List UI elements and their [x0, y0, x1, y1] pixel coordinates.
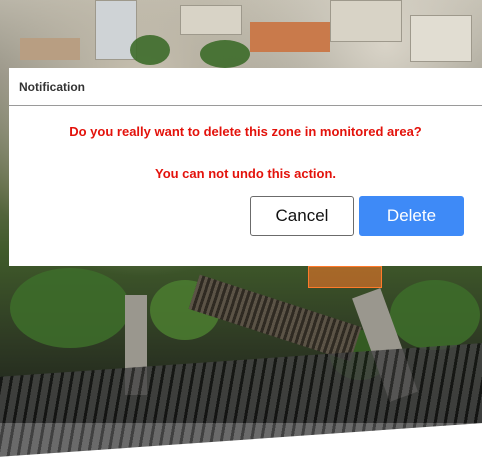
balcony-railing [0, 341, 482, 458]
warning-message: You can not undo this action. [154, 166, 337, 181]
monitored-zone[interactable] [308, 266, 382, 288]
building [330, 0, 402, 42]
dialog-title: Notification [19, 79, 85, 94]
notification-dialog: Notification Do you really want to delet… [9, 68, 482, 266]
confirm-message: Do you really want to delete this zone i… [69, 124, 422, 139]
tree [10, 268, 130, 348]
dialog-header: Notification [9, 68, 482, 106]
tree [390, 280, 480, 350]
tree [130, 35, 170, 65]
building [180, 5, 242, 35]
rooftop [20, 38, 80, 60]
delete-button[interactable]: Delete [359, 196, 464, 236]
building [410, 15, 472, 62]
tree [200, 40, 250, 68]
cancel-button[interactable]: Cancel [250, 196, 354, 236]
rooftop [250, 22, 330, 52]
